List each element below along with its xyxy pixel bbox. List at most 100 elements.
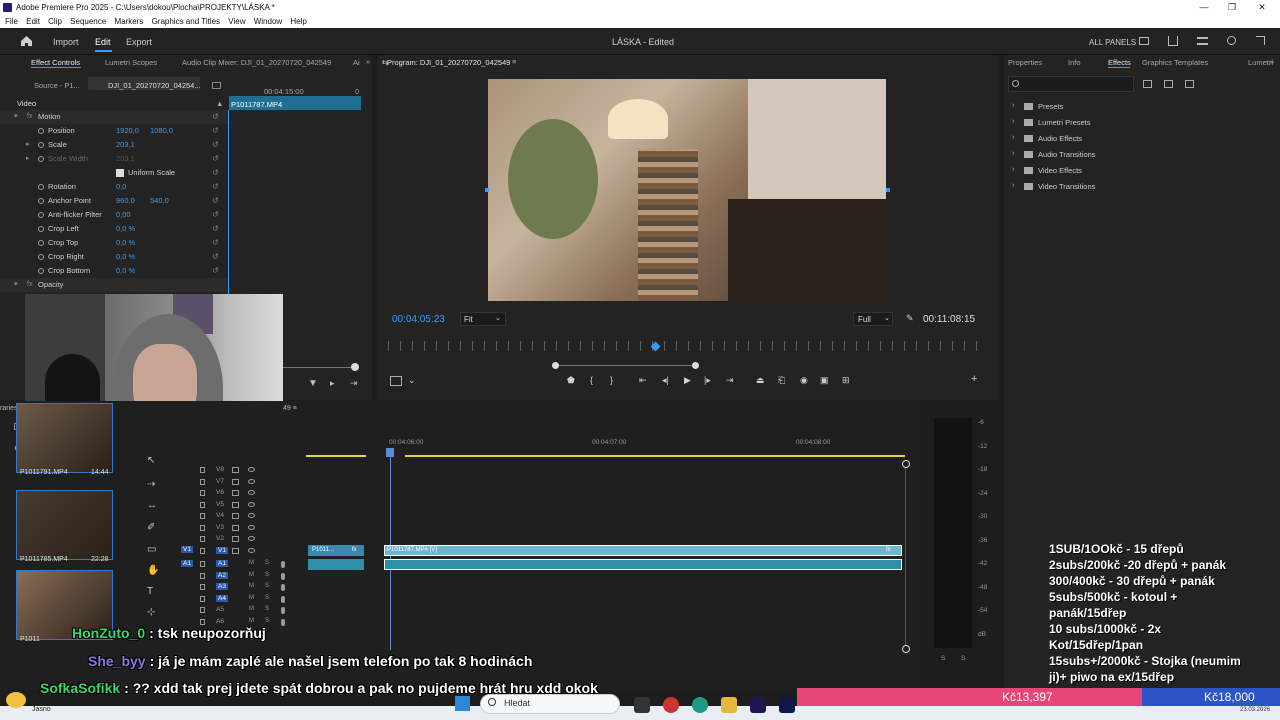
video-clip-main[interactable] (384, 545, 902, 556)
step-forward-icon[interactable]: |▸ (704, 375, 711, 386)
menu-sequence[interactable]: Sequence (70, 17, 106, 26)
ec-zoom-handle[interactable] (351, 363, 359, 371)
microphone-icon[interactable] (281, 607, 285, 614)
property-value-2[interactable]: 1080,0 (150, 124, 173, 138)
meter-solo-button[interactable]: S (961, 655, 965, 662)
import-tab[interactable]: Import (53, 37, 79, 47)
libraries-tab[interactable]: raries (0, 405, 18, 412)
stopwatch-icon[interactable] (38, 240, 44, 246)
lock-icon[interactable] (200, 547, 205, 554)
marker-tool-icon[interactable]: ⊹ (147, 607, 155, 618)
lock-icon[interactable] (200, 561, 205, 567)
reset-icon[interactable]: ↺ (212, 124, 219, 138)
microphone-icon[interactable] (281, 572, 285, 580)
menu-help[interactable]: Help (290, 17, 306, 26)
eye-icon[interactable] (248, 501, 255, 507)
obs-icon[interactable] (663, 697, 679, 713)
project-clip-thumbnail[interactable] (16, 403, 113, 473)
effects-folder-label[interactable]: Audio Transitions (1038, 150, 1096, 159)
video-track-label[interactable]: V3 (216, 524, 224, 531)
effect-property-row[interactable]: ▸ Scale Width 203,1 ↺ (0, 152, 228, 166)
effect-property-row[interactable]: Anchor Point 960,0 540,0 ↺ (0, 194, 228, 208)
property-value-2[interactable]: 540,0 (150, 194, 169, 208)
comparison-view-icon[interactable]: ▣ (820, 375, 829, 386)
property-value[interactable]: 0,0 (116, 180, 126, 194)
reset-icon[interactable]: ↺ (212, 236, 219, 250)
ripple-edit-tool-icon[interactable]: ↔ (147, 500, 157, 511)
chevron-right-icon[interactable]: › (1012, 118, 1014, 125)
property-value[interactable]: 1920,0 (116, 124, 139, 138)
source-patch-v1[interactable]: V1 (181, 546, 193, 553)
stopwatch-icon[interactable] (38, 268, 44, 274)
chevron-right-icon[interactable]: › (1012, 150, 1014, 157)
work-area-bar[interactable] (306, 455, 366, 457)
effects-folder-label[interactable]: Presets (1038, 102, 1063, 111)
timeline-ruler[interactable]: 00:04:06:00 00:04:07:00 00:04:08:00 (306, 437, 906, 451)
chevron-down-icon[interactable]: ⌄ (408, 375, 416, 386)
reset-icon[interactable]: ↺ (212, 208, 219, 222)
32bit-effects-icon[interactable] (1164, 80, 1173, 88)
settings-grid-icon[interactable] (390, 376, 402, 386)
sequence-tab[interactable]: 49 ≡ (283, 405, 297, 412)
effect-property-row[interactable]: Position 1920,0 1080,0 ↺ (0, 124, 228, 138)
fullscreen-icon[interactable] (1256, 36, 1265, 45)
reset-icon[interactable]: ↺ (212, 138, 219, 152)
accelerated-effects-icon[interactable] (1143, 80, 1152, 88)
mark-in-icon[interactable]: { (590, 375, 593, 385)
effects-folder-label[interactable]: Video Transitions (1038, 182, 1095, 191)
property-value[interactable]: 0,00 (116, 208, 131, 222)
sync-lock-icon[interactable] (232, 467, 239, 473)
maximize-button[interactable]: ❐ (1218, 0, 1246, 15)
audio-track-label[interactable]: A2 (216, 571, 228, 579)
file-explorer-icon[interactable] (721, 697, 737, 713)
solo-button[interactable]: S (265, 606, 269, 612)
edge-icon[interactable] (692, 697, 708, 713)
chevron-right-icon[interactable]: › (1012, 182, 1014, 189)
solo-button[interactable]: S (265, 618, 269, 624)
property-value[interactable]: 203,1 (116, 152, 135, 166)
stopwatch-icon[interactable] (38, 156, 44, 162)
reset-icon[interactable]: ↺ (212, 166, 219, 180)
lock-icon[interactable] (200, 490, 205, 496)
lock-icon[interactable] (200, 584, 205, 590)
stopwatch-icon[interactable] (38, 142, 44, 148)
effect-property-row[interactable]: ▸ Scale 203,1 ↺ (0, 138, 228, 152)
audio-track-label[interactable]: A1 (216, 560, 228, 567)
proxy-icon[interactable]: ⊞ (842, 375, 850, 386)
audio-track-label[interactable]: A3 (216, 583, 228, 590)
lock-icon[interactable] (200, 513, 205, 519)
solo-button[interactable]: S (265, 583, 269, 589)
export-tab[interactable]: Export (126, 37, 152, 47)
video-track-label[interactable]: V2 (216, 535, 224, 542)
meter-solo-button[interactable]: S (941, 655, 945, 662)
premiere-taskbar-icon[interactable] (750, 697, 766, 713)
lock-icon[interactable] (200, 467, 205, 473)
audio-clip-main[interactable] (384, 559, 902, 570)
eye-icon[interactable] (248, 478, 255, 484)
lock-icon[interactable] (200, 618, 205, 625)
menu-clip[interactable]: Clip (48, 17, 62, 26)
tab-effects[interactable]: Effects (1108, 58, 1131, 67)
tab-effect-controls[interactable]: Effect Controls (31, 58, 80, 67)
effects-search-input[interactable] (1008, 76, 1134, 92)
type-tool-icon[interactable]: T (147, 586, 153, 597)
step-back-icon[interactable]: ◂| (662, 375, 669, 386)
selection-tool-icon[interactable]: ↖ (147, 455, 155, 466)
audio-track-label[interactable]: A4 (216, 594, 228, 602)
menu-window[interactable]: Window (254, 17, 282, 26)
property-value[interactable]: 0,0 % (116, 264, 135, 278)
panel-layout-icon[interactable] (1139, 37, 1149, 45)
frame-handle[interactable] (485, 188, 489, 192)
reset-icon[interactable]: ↺ (212, 250, 219, 264)
sync-lock-icon[interactable] (232, 490, 239, 496)
program-menu-icon[interactable]: ≡ (512, 57, 516, 66)
search-icon[interactable] (1227, 36, 1236, 45)
video-track-label[interactable]: V7 (216, 478, 224, 485)
edit-tab[interactable]: Edit (95, 37, 111, 47)
add-button-icon[interactable]: + (971, 373, 977, 385)
uniform-scale-checkbox[interactable] (116, 169, 124, 177)
project-clip-thumbnail[interactable] (16, 490, 113, 560)
tab-audio-clip-mixer[interactable]: Audio Clip Mixer: DJI_01_20270720_042549 (182, 58, 331, 67)
effect-property-row[interactable]: Uniform Scale ↺ (0, 166, 228, 180)
panel-toggle-icon[interactable] (212, 82, 221, 89)
